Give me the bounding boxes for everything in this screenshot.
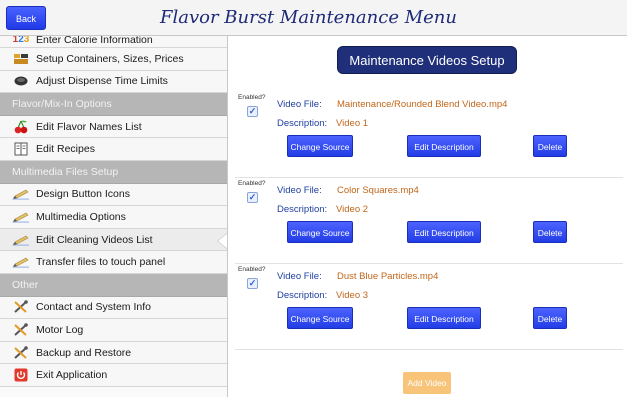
video-file-label: Video File: <box>277 185 322 196</box>
delete-button[interactable]: Delete <box>533 135 567 157</box>
containers-icon <box>12 52 30 66</box>
sidebar-item-label: Setup Containers, Sizes, Prices <box>36 52 184 65</box>
enabled-checkbox[interactable]: ✓ <box>247 278 258 289</box>
selection-pointer <box>218 232 227 249</box>
sidebar: 1 2 3 Enter Calorie Information Setup Contai… <box>0 36 228 397</box>
sidebar-item[interactable]: Setup Containers, Sizes, Prices <box>0 48 227 71</box>
enabled-label: Enabled? <box>238 266 266 273</box>
sidebar-item[interactable]: Exit Application <box>0 364 227 387</box>
video-entry: Enabled? ✓ Video File: Color Squares.mp4 Des… <box>235 178 623 264</box>
sidebar-item[interactable]: Multimedia Options <box>0 206 227 229</box>
enabled-checkbox[interactable]: ✓ <box>247 106 258 117</box>
tools-icon <box>12 345 30 360</box>
description-value: Video 1 <box>336 118 369 129</box>
sidebar-section-label: Flavor/Mix-In Options <box>12 97 112 110</box>
section-title: Maintenance Videos Setup <box>337 46 517 74</box>
delete-button[interactable]: Delete <box>533 221 567 243</box>
sidebar-item[interactable]: Motor Log <box>0 319 227 342</box>
header-bar: Back Flavor Burst Maintenance Menu <box>0 0 627 36</box>
enabled-label: Enabled? <box>238 94 266 101</box>
description-value: Video 3 <box>336 290 369 301</box>
sidebar-item-label: Design Button Icons <box>36 188 130 201</box>
sidebar-item-label: Enter Calorie Information <box>36 36 153 46</box>
sidebar-item-label: Adjust Dispense Time Limits <box>36 75 168 88</box>
sidebar-item-label: Edit Recipes <box>36 143 95 156</box>
change-source-button[interactable]: Change Source <box>287 135 353 157</box>
video-file-value: Color Squares.mp4 <box>337 185 419 196</box>
tools-icon <box>12 323 30 337</box>
cherry-icon <box>12 120 30 134</box>
change-source-button[interactable]: Change Source <box>287 221 353 243</box>
sidebar-item-label: Backup and Restore <box>36 346 132 359</box>
video-file-value: Dust Blue Particles.mp4 <box>337 271 439 282</box>
description-row: Description: Video 2 <box>277 204 368 215</box>
sidebar-item-label: Transfer files to touch panel <box>36 256 166 269</box>
sidebar-item[interactable]: Edit Cleaning Videos List <box>0 228 227 252</box>
sidebar-item-label: Motor Log <box>36 323 84 336</box>
power-icon <box>12 368 30 382</box>
back-button[interactable]: Back <box>6 6 46 30</box>
change-source-button[interactable]: Change Source <box>287 307 353 329</box>
pencil-icon <box>12 187 30 201</box>
sidebar-section-label: Multimedia Files Setup <box>12 165 119 178</box>
sidebar-item[interactable]: Backup and Restore <box>0 341 227 365</box>
sidebar-section-header: Multimedia Files Setup <box>0 160 227 184</box>
sidebar-item-label: Exit Application <box>36 369 108 382</box>
sidebar-item[interactable]: Transfer files to touch panel <box>0 251 227 274</box>
video-file-value: Maintenance/Rounded Blend Video.mp4 <box>337 99 508 110</box>
description-label: Description: <box>277 118 328 129</box>
sidebar-section-label: Other <box>12 278 39 291</box>
enabled-checkbox[interactable]: ✓ <box>247 192 258 203</box>
sidebar-item-label: Contact and System Info <box>36 301 151 314</box>
description-label: Description: <box>277 204 328 215</box>
sidebar-item[interactable]: Edit Recipes <box>0 138 227 161</box>
video-file-label: Video File: <box>277 271 322 282</box>
enabled-label: Enabled? <box>238 180 266 187</box>
sidebar-section-header: Other <box>0 273 227 297</box>
edit-description-button[interactable]: Edit Description <box>407 135 481 157</box>
sidebar-item[interactable]: Design Button Icons <box>0 183 227 207</box>
pencil-icon <box>12 210 30 224</box>
video-file-row: Video File: Color Squares.mp4 <box>277 185 419 196</box>
description-label: Description: <box>277 290 328 301</box>
video-file-row: Video File: Maintenance/Rounded Blend Vid… <box>277 99 507 110</box>
edit-description-button[interactable]: Edit Description <box>407 307 481 329</box>
sidebar-section-header: Flavor/Mix-In Options <box>0 93 227 116</box>
calorie-123-icon: 123 <box>12 36 30 45</box>
tools-icon <box>12 300 30 314</box>
sidebar-item-label: Multimedia Options <box>36 210 126 223</box>
description-value: Video 2 <box>336 204 369 215</box>
sidebar-item[interactable]: Contact and System Info <box>0 296 227 320</box>
timer-icon <box>12 74 30 88</box>
sidebar-item[interactable]: 1 2 3 Enter Calorie Information <box>0 36 227 48</box>
description-row: Description: Video 1 <box>277 118 368 129</box>
sidebar-item[interactable]: Edit Flavor Names List <box>0 115 227 139</box>
edit-description-button[interactable]: Edit Description <box>407 221 481 243</box>
pencil-icon <box>12 233 30 247</box>
main-panel: Maintenance Videos Setup Enabled? ✓ Video … <box>229 36 627 397</box>
add-video-button[interactable]: Add Video <box>403 372 451 394</box>
recipe-book-icon <box>12 142 30 156</box>
app-title: Flavor Burst Maintenance Menu <box>160 7 457 28</box>
delete-button[interactable]: Delete <box>533 307 567 329</box>
video-entry: Enabled? ✓ Video File: Maintenance/Rounded … <box>235 92 623 178</box>
sidebar-item[interactable]: Adjust Dispense Time Limits <box>0 70 227 94</box>
video-file-label: Video File: <box>277 99 322 110</box>
sidebar-item-label: Edit Flavor Names List <box>36 120 142 133</box>
description-row: Description: Video 3 <box>277 290 368 301</box>
sidebar-item-label: Edit Cleaning Videos List <box>36 233 153 246</box>
video-file-row: Video File: Dust Blue Particles.mp4 <box>277 271 438 282</box>
pencil-icon <box>12 255 30 269</box>
video-entry: Enabled? ✓ Video File: Dust Blue Particles.… <box>235 264 623 350</box>
